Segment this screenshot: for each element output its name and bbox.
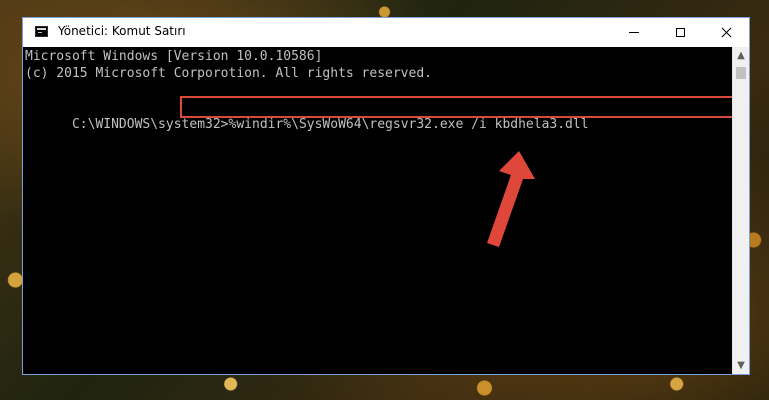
minimize-icon <box>629 32 639 33</box>
close-icon <box>721 27 732 38</box>
vertical-scrollbar[interactable]: ▲ ▼ <box>732 47 749 374</box>
command-text[interactable]: %windir%\SysWoW64\regsvr32.exe /i kbdhel… <box>229 117 589 132</box>
maximize-icon <box>675 28 685 37</box>
scroll-up-arrow-icon[interactable]: ▲ <box>733 47 749 64</box>
command-line[interactable]: C:\WINDOWS\system32>%windir%\SysWoW64\re… <box>25 99 589 150</box>
close-button[interactable] <box>703 18 749 47</box>
console-output-area[interactable]: Microsoft Windows [Version 10.0.10586] (… <box>23 47 733 374</box>
window-title: Yönetici: Komut Satırı <box>58 24 186 38</box>
command-prompt-window: Yönetici: Komut Satırı Microsoft Windows… <box>22 17 750 375</box>
console-line: (c) 2015 Microsoft Corporotion. All righ… <box>25 66 432 81</box>
console-line: Microsoft Windows [Version 10.0.10586] <box>25 49 323 64</box>
scroll-down-arrow-icon[interactable]: ▼ <box>733 357 749 374</box>
minimize-button[interactable] <box>611 18 657 47</box>
title-bar[interactable]: Yönetici: Komut Satırı <box>23 18 749 47</box>
maximize-button[interactable] <box>657 18 703 47</box>
pointer-arrow-icon <box>487 151 535 247</box>
terminal-icon <box>35 26 48 37</box>
command-prompt: C:\WINDOWS\system32> <box>71 117 229 132</box>
scrollbar-thumb[interactable] <box>736 67 746 79</box>
